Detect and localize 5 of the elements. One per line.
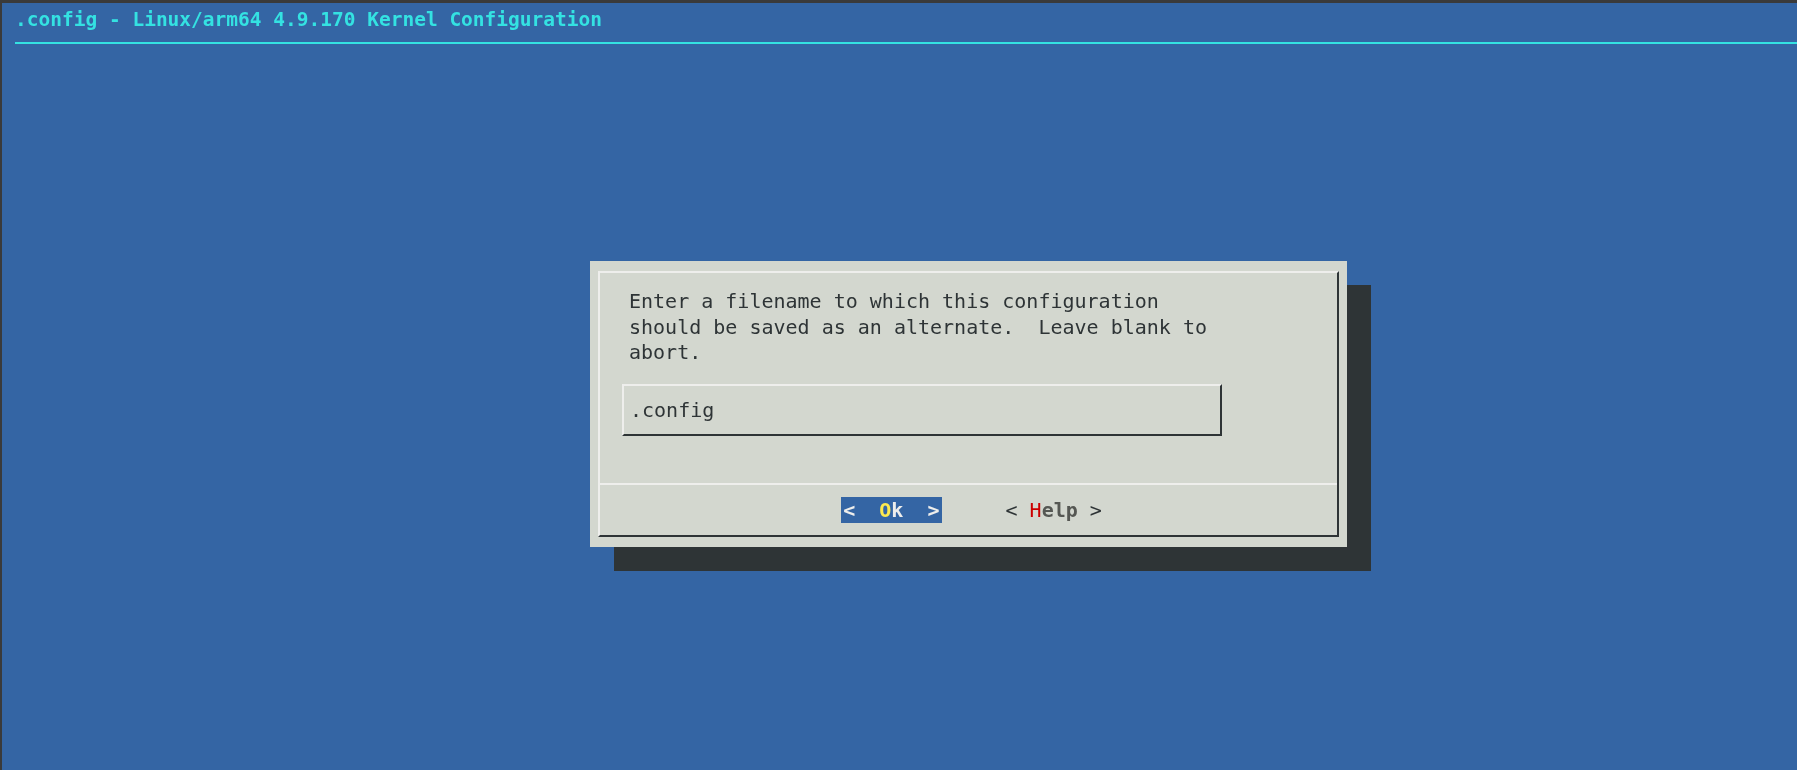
- window-title: .config - Linux/arm64 4.9.170 Kernel Configuration: [14, 7, 603, 33]
- filename-field[interactable]: .config: [622, 383, 1222, 436]
- dialog-button[interactable]: < Help >: [1003, 497, 1104, 523]
- dialog-message: Enter a filename to which this configuration should be saved as an alternate. Leave blank to abort.: [629, 289, 1207, 366]
- dialog-button[interactable]: < Ok >: [841, 497, 942, 523]
